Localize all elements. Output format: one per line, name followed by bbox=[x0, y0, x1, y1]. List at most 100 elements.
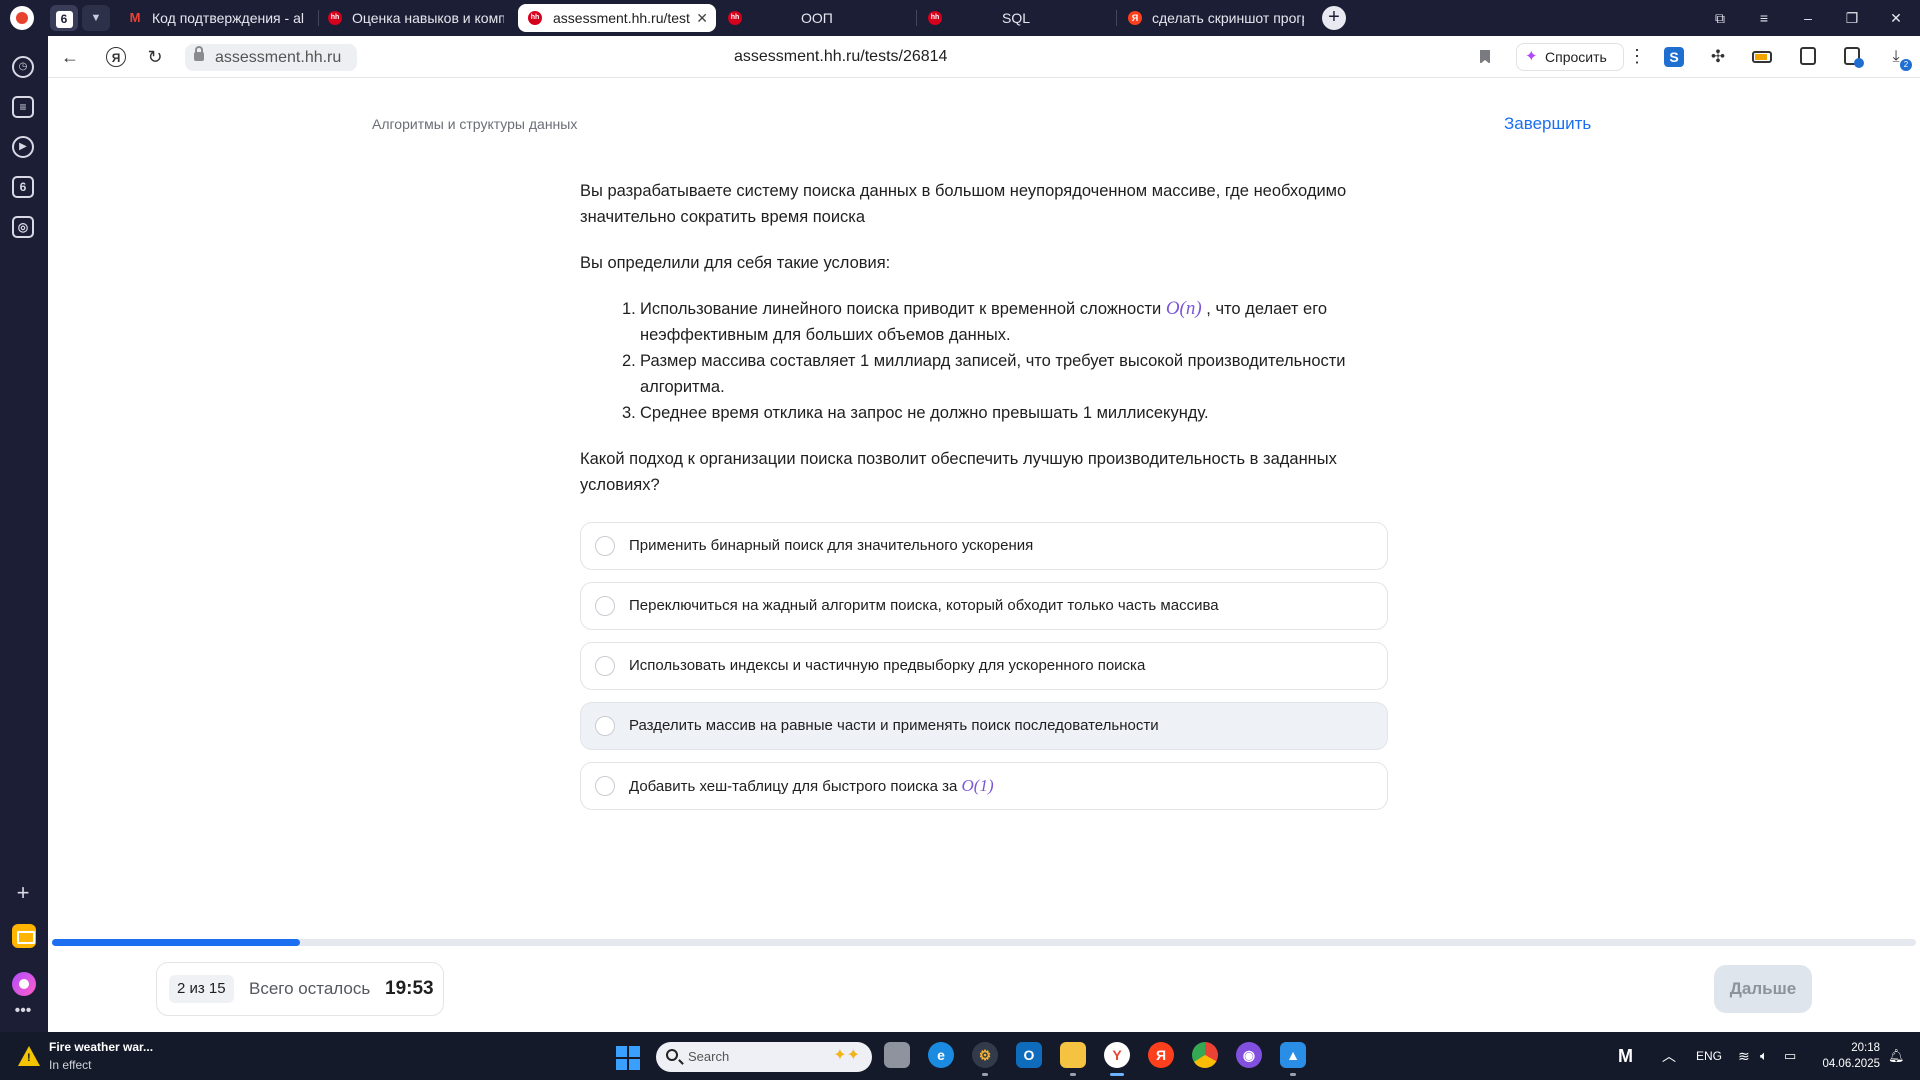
tab-sql[interactable]: hh SQL bbox=[928, 4, 1108, 32]
yandex-home-icon[interactable]: Я bbox=[106, 47, 126, 67]
list-item: 3. Среднее время отклика на запрос не дол… bbox=[622, 404, 1209, 422]
radio-button[interactable] bbox=[595, 776, 615, 796]
copilot-sparkle-icon: ✦✦ bbox=[833, 1047, 860, 1064]
battery-saver-icon[interactable] bbox=[1752, 51, 1772, 63]
next-button[interactable]: Дальше bbox=[1714, 965, 1812, 1013]
back-arrow-icon[interactable]: ← bbox=[58, 45, 82, 69]
answer-option[interactable]: Разделить массив на равные части и приме… bbox=[580, 702, 1388, 750]
url-field[interactable]: assessment.hh.ru/tests/26814 bbox=[734, 36, 947, 78]
bookmark-icon[interactable] bbox=[1480, 50, 1490, 64]
volume-icon[interactable]: 🔈︎ bbox=[1760, 1032, 1768, 1080]
mail-tray-icon[interactable]: M bbox=[1618, 1032, 1633, 1080]
file-explorer-icon[interactable] bbox=[1060, 1042, 1086, 1076]
notifications-icon[interactable]: 🔔︎ bbox=[1888, 1032, 1905, 1080]
answer-option[interactable]: Использовать индексы и частичную предвыб… bbox=[580, 642, 1388, 690]
more-vertical-icon[interactable]: ⋮ bbox=[1628, 45, 1646, 69]
timer: 19:53 bbox=[385, 978, 434, 999]
clock[interactable]: 20:18 04.06.2025 bbox=[1818, 1040, 1880, 1072]
battery-icon[interactable]: ▭ bbox=[1784, 1032, 1796, 1080]
clock-time: 20:18 bbox=[1851, 1042, 1880, 1054]
tab-strip: 6 ▼ M Код подтверждения - ale hh Оценка … bbox=[0, 0, 1920, 36]
task-view-icon[interactable] bbox=[884, 1042, 910, 1068]
mail-icon[interactable] bbox=[12, 924, 36, 948]
hh-icon: hh bbox=[928, 11, 942, 25]
counter-icon[interactable]: 6 bbox=[12, 176, 34, 198]
site-info-pill[interactable]: assessment.hh.ru bbox=[185, 44, 357, 71]
tab-yandex-search[interactable]: Я сделать скриншот прогр bbox=[1128, 4, 1312, 32]
test-category: Алгоритмы и структуры данных bbox=[372, 116, 578, 132]
math-expression: O(n) bbox=[1165, 298, 1202, 319]
tab-oop[interactable]: ООП bbox=[800, 4, 900, 32]
protect-extension-icon[interactable] bbox=[1844, 47, 1864, 68]
radio-button[interactable] bbox=[595, 536, 615, 556]
windows-start-icon[interactable] bbox=[616, 1046, 640, 1070]
chevron-down-icon[interactable]: ▼ bbox=[82, 5, 110, 31]
tab-divider bbox=[1116, 10, 1117, 26]
finish-button[interactable]: Завершить bbox=[1504, 114, 1591, 134]
tab-gmail[interactable]: M Код подтверждения - ale bbox=[128, 4, 312, 32]
language-indicator[interactable]: ENG bbox=[1696, 1032, 1722, 1080]
tab-active-test[interactable]: hh assessment.hh.ru/tests ✕ bbox=[518, 4, 716, 32]
question-content: Вы разрабатываете систему поиска данных … bbox=[580, 178, 1392, 518]
hh-icon: hh bbox=[328, 11, 342, 25]
photos-icon[interactable]: ▲ bbox=[1280, 1042, 1306, 1076]
answer-option[interactable]: Переключиться на жадный алгоритм поиска,… bbox=[580, 582, 1388, 630]
progress-fill bbox=[52, 939, 300, 946]
gmail-icon: M bbox=[129, 10, 141, 25]
answer-option[interactable]: Применить бинарный поиск для значительно… bbox=[580, 522, 1388, 570]
radio-button[interactable] bbox=[595, 596, 615, 616]
taskbar-search[interactable]: Search ✦✦ bbox=[656, 1042, 872, 1072]
menu-icon[interactable]: ≡ bbox=[1742, 0, 1786, 36]
close-window-icon[interactable]: ✕ bbox=[1874, 0, 1918, 36]
yandex-browser-logo-icon[interactable] bbox=[10, 6, 34, 30]
answer-option[interactable]: Добавить хеш-таблицу для быстрого поиска… bbox=[580, 762, 1388, 810]
app-icon[interactable]: ⚙ bbox=[972, 1042, 998, 1076]
minimize-icon[interactable]: – bbox=[1786, 0, 1830, 36]
close-icon[interactable]: ✕ bbox=[696, 4, 708, 32]
warning-icon[interactable]: ! bbox=[18, 1046, 40, 1066]
chevron-up-icon[interactable]: ︿ bbox=[1662, 1032, 1676, 1080]
yandex-icon[interactable]: Я bbox=[1148, 1042, 1174, 1068]
yandex-browser-icon[interactable]: Y bbox=[1104, 1042, 1130, 1076]
chrome-icon[interactable] bbox=[1192, 1042, 1218, 1068]
wifi-icon[interactable]: ≋ bbox=[1738, 1032, 1750, 1080]
s-extension-icon[interactable]: S bbox=[1664, 47, 1684, 67]
question-counter: 2 из 15 bbox=[169, 975, 234, 1003]
history-icon[interactable]: ◷ bbox=[12, 56, 34, 78]
test-status: 2 из 15 Всего осталось 19:53 bbox=[156, 962, 444, 1016]
more-icon[interactable]: ••• bbox=[12, 1000, 34, 1022]
tab-hh-assessment[interactable]: hh Оценка навыков и компе bbox=[328, 4, 512, 32]
collections-icon[interactable]: ≡ bbox=[12, 96, 34, 118]
sparkle-icon: ✦ bbox=[1525, 48, 1538, 65]
screenshot-icon[interactable]: ◎ bbox=[12, 216, 34, 238]
tab-collection-icon[interactable]: ⧉ bbox=[1698, 0, 1742, 36]
question-intro: Вы разрабатываете систему поиска данных … bbox=[580, 182, 1347, 226]
add-icon[interactable]: + bbox=[12, 882, 34, 904]
option-label: Переключиться на жадный алгоритм поиска,… bbox=[629, 597, 1219, 614]
tab-title: assessment.hh.ru/tests bbox=[553, 10, 690, 26]
radio-button[interactable] bbox=[595, 656, 615, 676]
new-tab-button[interactable]: + bbox=[1322, 6, 1346, 30]
math-expression: O(1) bbox=[961, 776, 994, 795]
tab-divider bbox=[916, 10, 917, 26]
outlook-icon[interactable]: O bbox=[1016, 1042, 1042, 1068]
github-icon[interactable]: ◉ bbox=[1236, 1042, 1262, 1068]
edge-icon[interactable]: e bbox=[928, 1042, 954, 1068]
restore-icon[interactable]: ❐ bbox=[1830, 0, 1874, 36]
reload-icon[interactable]: ↻ bbox=[143, 45, 167, 69]
tab-title: ООП bbox=[801, 10, 833, 26]
weather-title[interactable]: Fire weather war... bbox=[49, 1040, 153, 1054]
yandex-icon: Я bbox=[1128, 11, 1142, 25]
tab-title: сделать скриншот прогр bbox=[1152, 10, 1304, 26]
video-icon[interactable]: ▶ bbox=[12, 136, 34, 158]
search-icon bbox=[666, 1049, 678, 1061]
search-placeholder: Search bbox=[688, 1049, 730, 1064]
radio-button[interactable] bbox=[595, 716, 615, 736]
address-toolbar: ← Я ↻ assessment.hh.ru assessment.hh.ru/… bbox=[48, 36, 1920, 78]
downloads-icon[interactable]: ⤓ bbox=[1886, 47, 1912, 71]
alice-icon[interactable] bbox=[12, 972, 36, 996]
extensions-puzzle-icon[interactable]: ✣ bbox=[1708, 47, 1728, 67]
ask-ai-button[interactable]: ✦ Спросить bbox=[1516, 43, 1624, 71]
copy-extension-icon[interactable] bbox=[1800, 47, 1816, 65]
tab-counter-button[interactable]: 6 bbox=[50, 5, 78, 31]
